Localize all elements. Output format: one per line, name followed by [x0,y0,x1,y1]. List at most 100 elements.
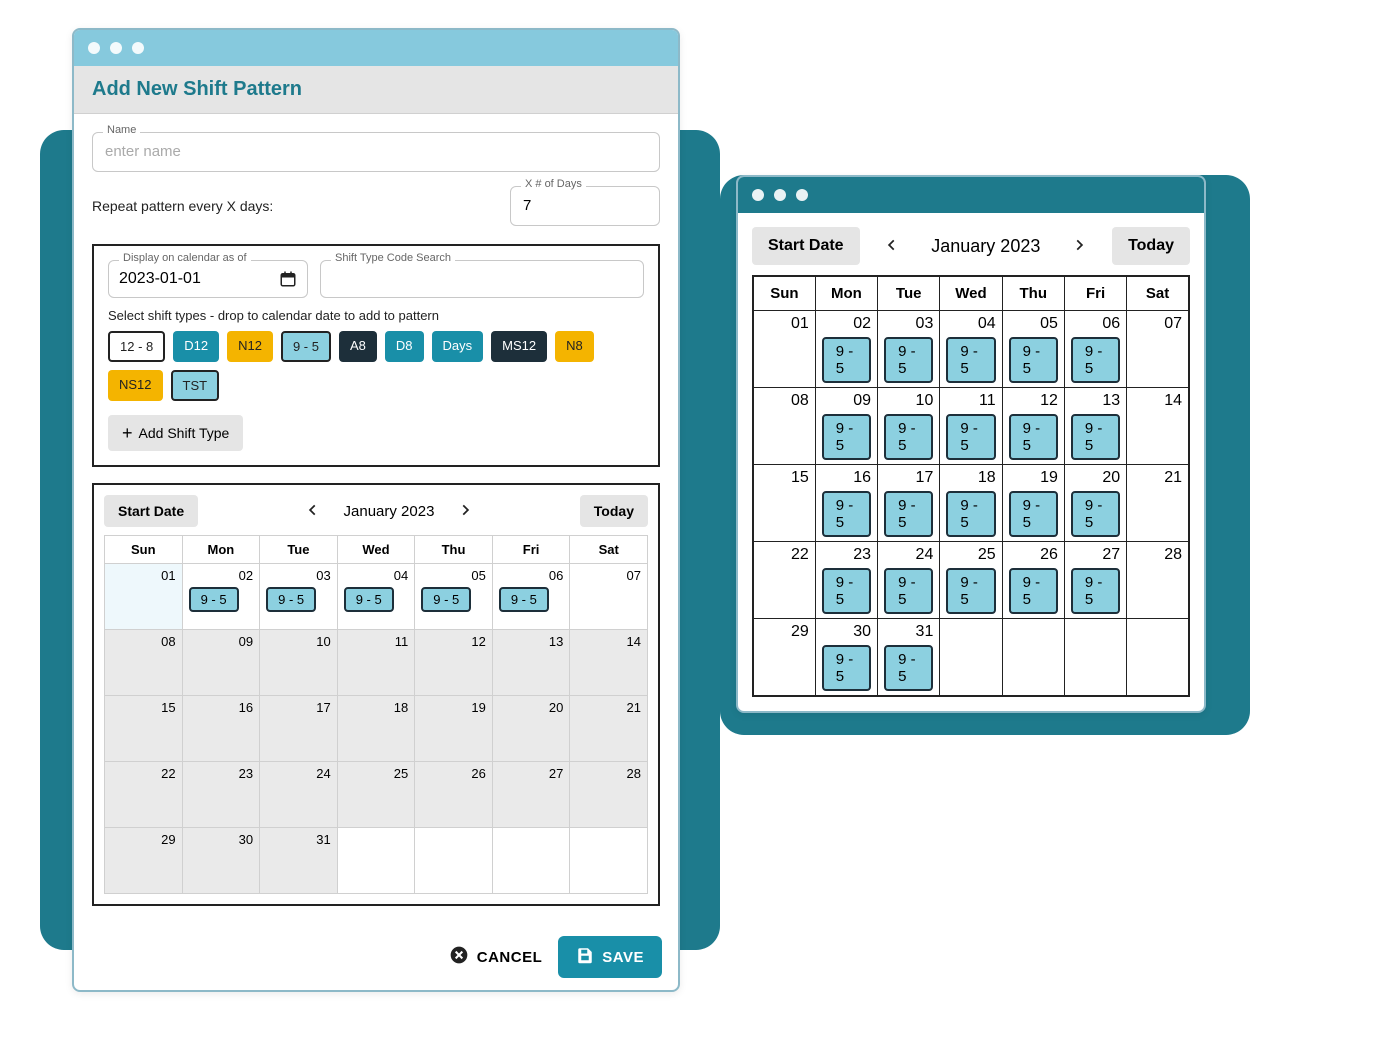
calendar-cell[interactable]: 189 - 5 [940,465,1002,542]
calendar-cell[interactable]: 199 - 5 [1002,465,1064,542]
name-input[interactable] [105,143,647,160]
calendar-cell[interactable]: 129 - 5 [1002,388,1064,465]
calendar-cell[interactable]: 10 [260,630,338,696]
start-date-button[interactable]: Start Date [752,227,860,265]
shift-pill[interactable]: 9 - 5 [1009,414,1058,460]
calendar-cell[interactable]: 249 - 5 [878,542,940,619]
shift-type-chip[interactable]: Days [432,331,484,362]
calendar-cell[interactable]: 25 [337,762,415,828]
shift-pill[interactable]: 9 - 5 [884,337,933,383]
calendar-cell[interactable]: 15 [105,696,183,762]
calendar-cell[interactable]: 039 - 5 [260,564,338,630]
shift-pill[interactable]: 9 - 5 [946,414,995,460]
shift-pill[interactable]: 9 - 5 [946,337,995,383]
calendar-cell[interactable]: 19 [415,696,493,762]
shift-pill[interactable]: 9 - 5 [1071,491,1120,537]
shift-type-chip[interactable]: TST [171,370,220,401]
display-date-field[interactable]: Display on calendar as of 2023-01-01 [108,260,308,298]
calendar-cell[interactable]: 119 - 5 [940,388,1002,465]
calendar-cell[interactable]: 109 - 5 [878,388,940,465]
calendar-cell[interactable]: 13 [492,630,570,696]
calendar-cell[interactable]: 319 - 5 [878,619,940,697]
next-month-button[interactable] [1068,234,1090,259]
shift-pill[interactable]: 9 - 5 [946,491,995,537]
shift-pill[interactable]: 9 - 5 [822,491,871,537]
calendar-cell[interactable]: 209 - 5 [1064,465,1126,542]
calendar-cell[interactable]: 269 - 5 [1002,542,1064,619]
shift-type-chip[interactable]: D12 [173,331,219,362]
shift-pill[interactable]: 9 - 5 [499,587,549,612]
name-field[interactable]: Name [92,132,660,172]
calendar-cell[interactable]: 049 - 5 [337,564,415,630]
calendar-cell[interactable]: 11 [337,630,415,696]
calendar-cell[interactable]: 029 - 5 [182,564,260,630]
shift-pill[interactable]: 9 - 5 [884,645,933,691]
calendar-cell[interactable]: 01 [753,311,815,388]
calendar-cell[interactable]: 059 - 5 [415,564,493,630]
shift-pill[interactable]: 9 - 5 [1009,337,1058,383]
start-date-button[interactable]: Start Date [104,495,198,527]
calendar-cell[interactable]: 26 [415,762,493,828]
calendar-cell[interactable]: 049 - 5 [940,311,1002,388]
shift-search-field[interactable]: Shift Type Code Search [320,260,644,298]
shift-type-chip[interactable]: N12 [227,331,273,362]
calendar-cell[interactable]: 169 - 5 [815,465,877,542]
shift-pill[interactable]: 9 - 5 [884,414,933,460]
calendar-cell[interactable]: 14 [570,630,648,696]
calendar-cell[interactable] [492,828,570,894]
shift-type-chip[interactable]: A8 [339,331,377,362]
calendar-cell[interactable] [1002,619,1064,697]
calendar-cell[interactable] [940,619,1002,697]
shift-search-input[interactable] [331,271,633,288]
calendar-cell[interactable]: 07 [1127,311,1189,388]
calendar-cell[interactable]: 08 [753,388,815,465]
calendar-cell[interactable]: 28 [1127,542,1189,619]
calendar-cell[interactable]: 309 - 5 [815,619,877,697]
calendar-cell[interactable] [337,828,415,894]
calendar-cell[interactable]: 099 - 5 [815,388,877,465]
calendar-cell[interactable]: 179 - 5 [878,465,940,542]
calendar-cell[interactable]: 12 [415,630,493,696]
shift-pill[interactable]: 9 - 5 [421,587,471,612]
save-button[interactable]: SAVE [558,936,662,978]
shift-pill[interactable]: 9 - 5 [1071,568,1120,614]
calendar-cell[interactable]: 22 [753,542,815,619]
calendar-cell[interactable]: 29 [105,828,183,894]
calendar-cell[interactable] [1127,619,1189,697]
shift-type-chip[interactable]: 9 - 5 [281,331,331,362]
shift-type-chip[interactable]: 12 - 8 [108,331,165,362]
calendar-cell[interactable]: 069 - 5 [492,564,570,630]
calendar-cell[interactable]: 16 [182,696,260,762]
calendar-icon[interactable] [279,270,297,288]
shift-pill[interactable]: 9 - 5 [266,587,316,612]
calendar-cell[interactable]: 139 - 5 [1064,388,1126,465]
shift-type-chip[interactable]: N8 [555,331,594,362]
shift-pill[interactable]: 9 - 5 [1071,414,1120,460]
shift-pill[interactable]: 9 - 5 [1009,568,1058,614]
prev-month-button[interactable] [302,499,324,524]
calendar-cell[interactable]: 24 [260,762,338,828]
calendar-cell[interactable]: 279 - 5 [1064,542,1126,619]
calendar-cell[interactable]: 07 [570,564,648,630]
calendar-cell[interactable]: 21 [570,696,648,762]
calendar-cell[interactable]: 059 - 5 [1002,311,1064,388]
shift-pill[interactable]: 9 - 5 [822,568,871,614]
shift-pill[interactable]: 9 - 5 [946,568,995,614]
calendar-cell[interactable]: 30 [182,828,260,894]
calendar-cell[interactable]: 28 [570,762,648,828]
calendar-cell[interactable]: 14 [1127,388,1189,465]
prev-month-button[interactable] [881,234,903,259]
calendar-cell[interactable]: 259 - 5 [940,542,1002,619]
calendar-cell[interactable]: 23 [182,762,260,828]
calendar-cell[interactable]: 17 [260,696,338,762]
calendar-cell[interactable] [415,828,493,894]
days-field[interactable]: X # of Days [510,186,660,226]
today-button[interactable]: Today [580,495,648,527]
shift-pill[interactable]: 9 - 5 [1071,337,1120,383]
calendar-cell[interactable]: 18 [337,696,415,762]
shift-pill[interactable]: 9 - 5 [189,587,239,612]
calendar-cell[interactable]: 27 [492,762,570,828]
shift-type-chip[interactable]: MS12 [491,331,547,362]
calendar-cell[interactable]: 039 - 5 [878,311,940,388]
days-input[interactable] [523,197,647,214]
